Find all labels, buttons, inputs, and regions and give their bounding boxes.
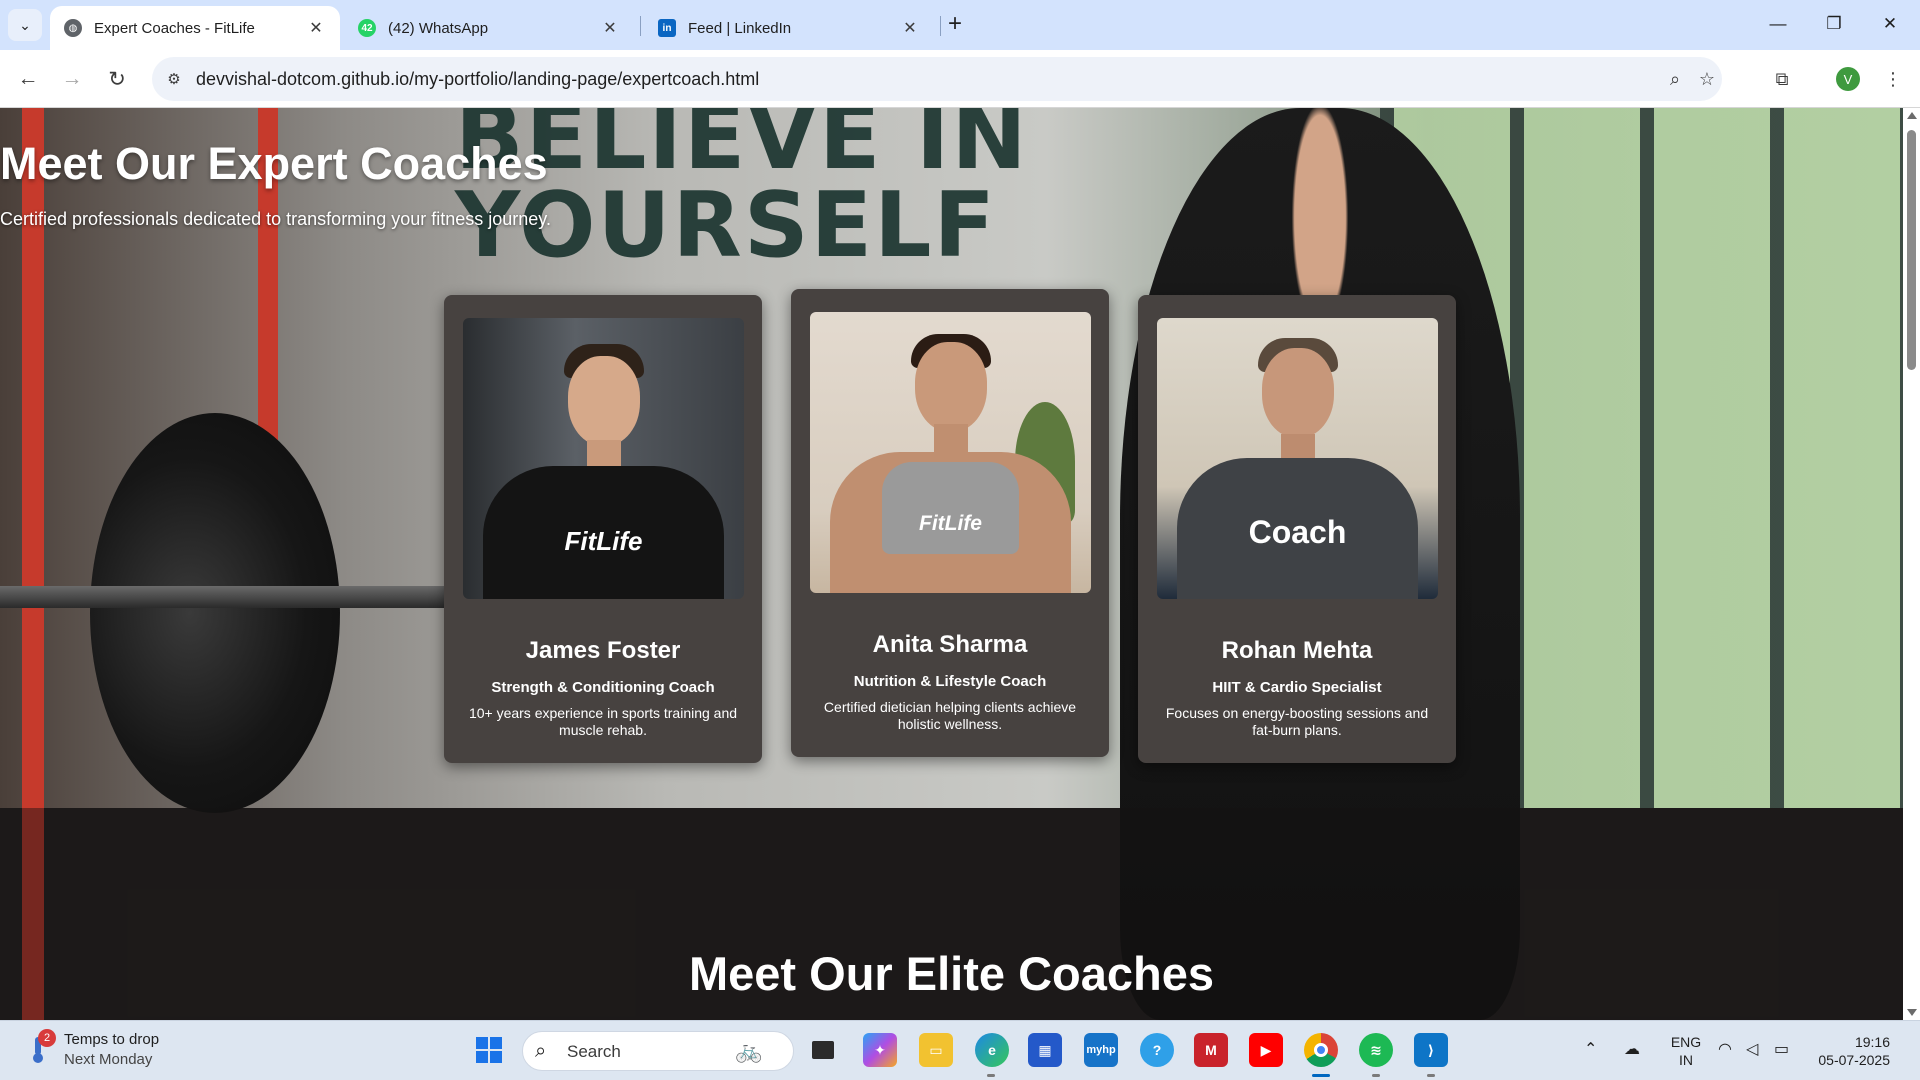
close-window-button[interactable]: ✕ — [1862, 8, 1918, 40]
store-icon[interactable]: ▦ — [1028, 1033, 1062, 1067]
spotify-icon[interactable]: ≋ — [1359, 1033, 1393, 1067]
tab-title: (42) WhatsApp — [388, 19, 489, 37]
coach-description: Focuses on energy-boosting sessions and … — [1165, 705, 1429, 738]
close-icon[interactable]: ✕ — [306, 18, 326, 38]
clock-time: 19:16 — [1854, 1034, 1890, 1050]
page-subtitle: Certified professionals dedicated to tra… — [0, 209, 551, 229]
region-code: IN — [1679, 1052, 1693, 1068]
scroll-down-arrow[interactable] — [1907, 1009, 1917, 1016]
mcafee-icon[interactable]: M — [1194, 1033, 1228, 1067]
weather-text: Temps to drop — [64, 1031, 160, 1048]
section-title: Meet Our Elite Coaches — [689, 947, 1214, 1000]
chrome-icon[interactable] — [1304, 1033, 1338, 1067]
page-scrollbar[interactable] — [1903, 108, 1920, 1020]
coach-role: Nutrition & Lifestyle Coach — [853, 673, 1047, 690]
coach-description: Certified dietician helping clients achi… — [823, 699, 1077, 732]
close-icon[interactable]: ✕ — [900, 18, 920, 38]
scroll-thumb[interactable] — [1907, 130, 1916, 370]
extensions-icon[interactable]: ⧉ — [1768, 65, 1796, 93]
tab-separator — [940, 16, 941, 36]
weather-subtext: Next Monday — [64, 1051, 153, 1068]
weather-badge: 2 — [38, 1029, 56, 1047]
copilot-icon[interactable]: ✦ — [863, 1033, 897, 1067]
coach-name: James Foster — [525, 637, 681, 664]
url-text[interactable]: devvishal-dotcom.github.io/my-portfolio/… — [196, 69, 759, 90]
start-button[interactable] — [472, 1033, 506, 1067]
taskbar: 2 Temps to drop Next Monday ⌕ Search 🚲 ✦… — [0, 1020, 1920, 1080]
active-indicator — [1312, 1074, 1330, 1077]
windows-icon — [476, 1037, 502, 1063]
menu-icon[interactable]: ⋮ — [1879, 65, 1907, 93]
running-indicator — [1372, 1074, 1380, 1077]
coach-card[interactable]: FitLife Anita Sharma Nutrition & Lifesty… — [791, 289, 1109, 757]
scroll-up-arrow[interactable] — [1907, 112, 1917, 119]
coach-photo: Coach — [1157, 318, 1438, 599]
battery-icon[interactable]: ▭ — [1774, 1039, 1789, 1059]
cloud-offline-icon[interactable]: ☁ — [1624, 1039, 1640, 1059]
wifi-icon[interactable]: ◠ — [1718, 1039, 1732, 1059]
address-bar[interactable]: ⚙ devvishal-dotcom.github.io/my-portfoli… — [152, 57, 1722, 101]
whatsapp-icon: 42 — [358, 19, 376, 37]
zoom-icon[interactable]: ⌕ — [1663, 67, 1687, 91]
site-info-icon[interactable]: ⚙ — [162, 67, 186, 91]
background-barbell — [0, 586, 450, 608]
edge-icon[interactable]: e — [975, 1033, 1009, 1067]
coach-role: Strength & Conditioning Coach — [491, 679, 715, 696]
chevron-up-icon[interactable]: ⌃ — [1584, 1039, 1597, 1059]
myhp-icon[interactable]: myhp — [1084, 1033, 1118, 1067]
coach-role: HIIT & Cardio Specialist — [1212, 679, 1382, 696]
language-code: ENG — [1670, 1034, 1702, 1050]
coach-description: 10+ years experience in sports training … — [468, 705, 738, 738]
search-icon: ⌕ — [535, 1040, 547, 1062]
tab-expert-coaches[interactable]: ◍ Expert Coaches - FitLife ✕ — [50, 6, 340, 50]
new-tab-button[interactable]: + — [948, 12, 962, 36]
clock[interactable]: 19:16 05-07-2025 — [1810, 1033, 1890, 1069]
tab-whatsapp[interactable]: 42 (42) WhatsApp ✕ — [344, 6, 634, 50]
file-explorer-icon[interactable]: ▭ — [919, 1033, 953, 1067]
coach-card[interactable]: Coach Rohan Mehta HIIT & Cardio Speciali… — [1138, 295, 1456, 763]
forward-button[interactable]: → — [56, 63, 88, 95]
running-indicator — [1427, 1074, 1435, 1077]
bicycle-icon: 🚲 — [735, 1038, 763, 1063]
youtube-icon[interactable]: ▶ — [1249, 1033, 1283, 1067]
back-button[interactable]: ← — [12, 63, 44, 95]
task-view-icon[interactable] — [806, 1033, 840, 1067]
coach-name: Anita Sharma — [872, 631, 1028, 658]
linkedin-icon: in — [658, 19, 676, 37]
tab-title: Feed | LinkedIn — [688, 19, 792, 37]
taskbar-search[interactable]: ⌕ Search 🚲 — [522, 1031, 794, 1071]
shirt-logo: Coach — [1248, 514, 1347, 550]
help-icon[interactable]: ? — [1140, 1033, 1174, 1067]
clock-date: 05-07-2025 — [1818, 1052, 1890, 1068]
running-indicator — [987, 1074, 995, 1077]
browser-toolbar: ← → ↻ ⚙ devvishal-dotcom.github.io/my-po… — [0, 50, 1920, 108]
tab-separator — [640, 16, 641, 36]
vscode-icon[interactable]: ⟩ — [1414, 1033, 1448, 1067]
page-title: Meet Our Expert Coaches — [0, 138, 548, 189]
minimize-button[interactable]: — — [1750, 8, 1806, 40]
coach-photo: FitLife — [810, 312, 1091, 593]
tab-strip: ⌄ ◍ Expert Coaches - FitLife ✕ 42 (42) W… — [0, 0, 1920, 50]
language-indicator[interactable]: ENG IN — [1666, 1033, 1706, 1069]
reload-button[interactable]: ↻ — [101, 63, 133, 95]
globe-icon: ◍ — [64, 19, 82, 37]
close-icon[interactable]: ✕ — [600, 18, 620, 38]
page-viewport: BELIEVE IN YOURSELF Meet Our Expert Coac… — [0, 108, 1903, 1020]
search-label: Search — [567, 1042, 621, 1061]
background-weight-plate — [90, 413, 340, 813]
coach-name: Rohan Mehta — [1221, 637, 1373, 664]
coach-photo: FitLife — [463, 318, 744, 599]
profile-avatar[interactable]: V — [1836, 67, 1860, 91]
bookmark-star-icon[interactable]: ☆ — [1695, 67, 1719, 91]
restore-button[interactable]: ❐ — [1806, 8, 1862, 40]
speaker-muted-icon[interactable]: ◁ — [1746, 1039, 1758, 1059]
tab-title: Expert Coaches - FitLife — [94, 19, 255, 37]
shirt-logo: FitLife — [919, 512, 982, 535]
chevron-down-icon: ⌄ — [19, 16, 31, 33]
tab-linkedin[interactable]: in Feed | LinkedIn ✕ — [644, 6, 934, 50]
tab-search-button[interactable]: ⌄ — [8, 9, 42, 41]
shirt-logo: FitLife — [564, 526, 643, 556]
coach-card[interactable]: FitLife James Foster Strength & Conditio… — [444, 295, 762, 763]
